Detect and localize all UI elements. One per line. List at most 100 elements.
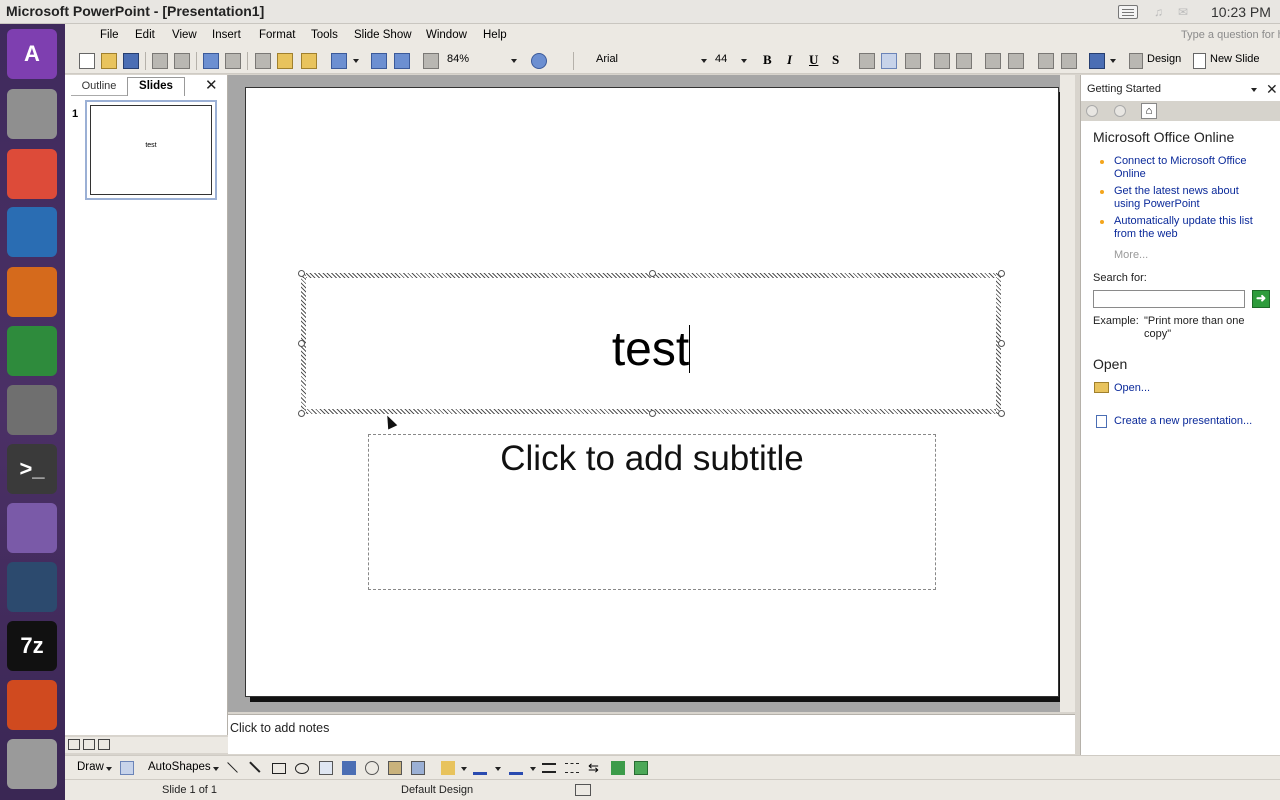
zoom-dropdown-icon[interactable]	[511, 59, 517, 63]
align-left-icon[interactable]	[859, 53, 875, 69]
menu-tools[interactable]: Tools	[311, 29, 338, 41]
volume-icon[interactable]: ♫	[1154, 6, 1168, 18]
arrow-style-icon[interactable]: ⇆	[588, 761, 602, 775]
forward-icon[interactable]	[1114, 105, 1126, 117]
resize-handle[interactable]	[298, 410, 305, 417]
shadow-style-icon[interactable]	[611, 761, 625, 775]
slide-show-view-icon[interactable]	[98, 739, 110, 750]
font-color-icon[interactable]	[1089, 53, 1105, 69]
launcher-terminal-icon[interactable]: >_	[7, 444, 57, 494]
insert-chart-icon[interactable]	[371, 53, 387, 69]
arrow-right-icon[interactable]: ➜	[1252, 290, 1270, 308]
picture-icon[interactable]	[411, 761, 425, 775]
font-color-dropdown-icon[interactable]	[1110, 59, 1116, 63]
keyboard-icon[interactable]	[1118, 5, 1138, 19]
launcher-powerpoint-icon[interactable]	[7, 680, 57, 730]
select-objects-icon[interactable]	[120, 761, 134, 775]
font-size-select[interactable]: 44	[715, 53, 727, 65]
textbox-icon[interactable]	[319, 761, 333, 775]
new-slide-button[interactable]: New Slide	[1210, 53, 1260, 65]
line-style-icon[interactable]	[542, 763, 556, 773]
link-latest-news[interactable]: Get the latest news about using PowerPoi…	[1114, 185, 1264, 211]
menu-view[interactable]: View	[172, 29, 197, 41]
font-name-dropdown-icon[interactable]	[701, 59, 707, 63]
link-connect-office-online[interactable]: Connect to Microsoft Office Online	[1114, 155, 1264, 181]
shadow-button[interactable]: S	[832, 52, 839, 68]
tab-outline[interactable]: Outline	[71, 78, 127, 96]
decrease-indent-icon[interactable]	[1038, 53, 1054, 69]
autoshapes-button[interactable]: AutoShapes	[148, 761, 211, 773]
chevron-down-icon[interactable]	[213, 767, 219, 771]
numbering-icon[interactable]	[934, 53, 950, 69]
slide-thumbnail[interactable]: test	[85, 100, 217, 200]
design-icon[interactable]	[1129, 53, 1143, 69]
paste-icon[interactable]	[277, 53, 293, 69]
resize-handle[interactable]	[298, 270, 305, 277]
print-preview-icon[interactable]	[174, 53, 190, 69]
slide-title-value[interactable]: test	[612, 323, 689, 376]
menu-insert[interactable]: Insert	[212, 29, 241, 41]
launcher-chrome-icon[interactable]	[7, 149, 57, 199]
research-icon[interactable]	[225, 53, 241, 69]
subtitle-placeholder[interactable]: Click to add subtitle	[368, 434, 936, 590]
undo-icon[interactable]	[331, 53, 347, 69]
link-open[interactable]: Open...	[1114, 382, 1150, 394]
launcher-7zip-icon[interactable]: 7z	[7, 621, 57, 671]
3d-style-icon[interactable]	[634, 761, 648, 775]
link-create-new-presentation[interactable]: Create a new presentation...	[1114, 415, 1252, 427]
align-center-icon[interactable]	[881, 53, 897, 69]
print-icon[interactable]	[152, 53, 168, 69]
spelling-icon[interactable]	[203, 53, 219, 69]
clipart-icon[interactable]	[388, 761, 402, 775]
italic-button[interactable]: I	[787, 52, 792, 68]
search-input[interactable]	[1093, 290, 1245, 308]
open-folder-icon[interactable]	[101, 53, 117, 69]
normal-view-icon[interactable]	[68, 739, 80, 750]
arrow-icon[interactable]	[249, 757, 265, 773]
chevron-down-icon[interactable]	[495, 767, 501, 771]
insert-table-icon[interactable]	[394, 53, 410, 69]
draw-menu-button[interactable]: Draw	[77, 761, 104, 773]
launcher-settings-icon[interactable]	[7, 385, 57, 435]
close-icon[interactable]: ✕	[1266, 81, 1278, 98]
menu-edit[interactable]: Edit	[135, 29, 155, 41]
help-search-input[interactable]: Type a question for help	[1177, 27, 1280, 45]
menu-window[interactable]: Window	[426, 29, 467, 41]
fill-color-icon[interactable]	[441, 761, 455, 775]
resize-handle[interactable]	[998, 340, 1005, 347]
title-placeholder[interactable]: test	[298, 270, 1005, 417]
launcher-writer-icon[interactable]	[7, 207, 57, 257]
line-color-icon[interactable]	[473, 761, 487, 775]
line-icon[interactable]	[227, 757, 243, 773]
launcher-unity-home-icon[interactable]: A	[7, 29, 57, 79]
help-icon[interactable]	[531, 53, 547, 69]
align-right-icon[interactable]	[905, 53, 921, 69]
undo-dropdown-icon[interactable]	[353, 59, 359, 63]
new-document-icon[interactable]	[79, 53, 95, 69]
chevron-down-icon[interactable]	[530, 767, 536, 771]
notes-placeholder[interactable]: Click to add notes	[230, 721, 329, 735]
close-icon[interactable]: ✕	[205, 76, 218, 94]
bold-button[interactable]: B	[763, 52, 772, 68]
vertical-scrollbar[interactable]	[1060, 75, 1075, 712]
font-name-select[interactable]: Arial	[596, 53, 618, 65]
resize-handle[interactable]	[998, 270, 1005, 277]
increase-font-icon[interactable]	[985, 53, 1001, 69]
mail-icon[interactable]: ✉	[1178, 6, 1192, 18]
launcher-calc-icon[interactable]	[7, 326, 57, 376]
increase-indent-icon[interactable]	[1061, 53, 1077, 69]
chevron-down-icon[interactable]	[106, 767, 112, 771]
diagram-icon[interactable]	[365, 761, 379, 775]
bullets-icon[interactable]	[956, 53, 972, 69]
link-more[interactable]: More...	[1114, 249, 1148, 261]
new-slide-icon[interactable]	[1193, 53, 1206, 69]
status-design[interactable]: Default Design	[401, 784, 473, 796]
underline-button[interactable]: U	[809, 52, 818, 68]
launcher-impress-icon[interactable]	[7, 267, 57, 317]
chevron-down-icon[interactable]	[461, 767, 467, 771]
slide-canvas[interactable]: test Click to add subtitle	[245, 87, 1059, 697]
decrease-font-icon[interactable]	[1008, 53, 1024, 69]
grid-icon[interactable]	[423, 53, 439, 69]
launcher-folder-icon[interactable]	[7, 503, 57, 553]
menu-slide-show[interactable]: Slide Show	[354, 29, 412, 41]
